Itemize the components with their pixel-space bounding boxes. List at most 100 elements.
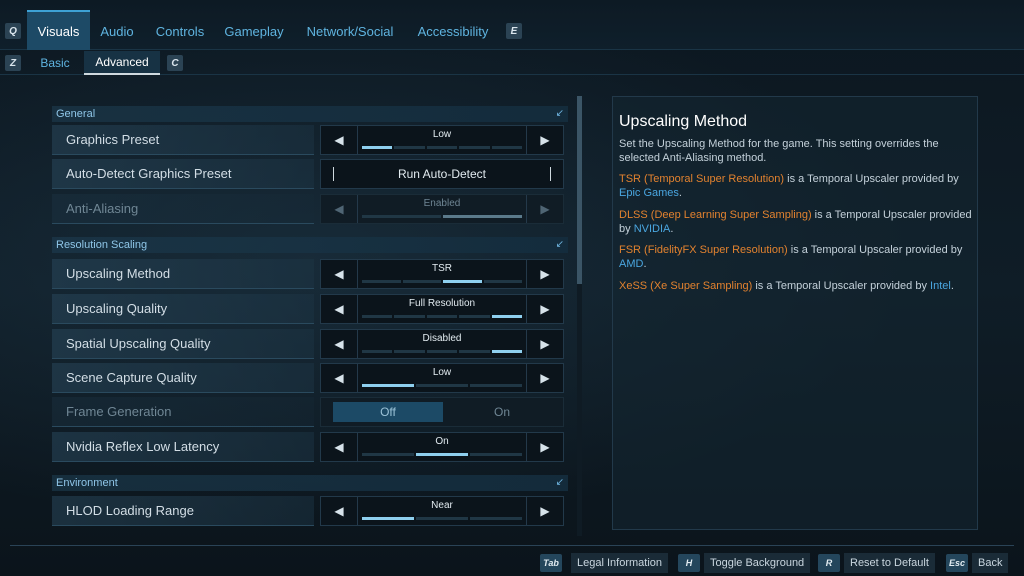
chevron-right-icon[interactable]: ▶ <box>527 295 563 323</box>
setting-label: Graphics Preset <box>52 125 314 155</box>
setting-scene-capture-quality: Scene Capture Quality ◀ Low ▶ <box>52 363 568 393</box>
level-indicator <box>362 517 522 520</box>
value-text: On <box>435 436 449 447</box>
value-text: Near <box>431 500 453 511</box>
chevron-right-icon[interactable]: ▶ <box>527 364 563 392</box>
tsr-vendor: Epic Games <box>619 187 679 199</box>
prev-subtab-key[interactable]: Z <box>5 55 21 71</box>
legal-information-button[interactable]: Legal Information <box>571 553 668 573</box>
option-selector[interactable]: ◀ On ▶ <box>320 432 564 462</box>
value-display: Near <box>357 497 527 525</box>
setting-label: Anti-Aliasing <box>52 194 314 224</box>
xess-name: XeSS (Xe Super Sampling) <box>619 280 753 292</box>
setting-hlod-loading-range: HLOD Loading Range ◀ Near ▶ <box>52 496 568 526</box>
scrollbar-thumb[interactable] <box>577 96 582 284</box>
section-title: General <box>56 108 96 120</box>
back-button[interactable]: Back <box>972 553 1009 573</box>
setting-label: Auto-Detect Graphics Preset <box>52 159 314 189</box>
description-dlss: DLSS (Deep Learning Super Sampling) is a… <box>619 209 972 235</box>
toggle-on-option: On <box>493 405 510 419</box>
setting-label: Spatial Upscaling Quality <box>52 329 314 359</box>
level-indicator <box>362 146 523 149</box>
h-key-icon: H <box>678 554 700 572</box>
level-indicator <box>362 315 523 318</box>
subtab-advanced[interactable]: Advanced <box>84 51 160 75</box>
chevron-left-icon[interactable]: ◀ <box>321 330 357 358</box>
description-intro: Set the Upscaling Method for the game. T… <box>619 138 939 164</box>
next-subtab-key[interactable]: C <box>167 55 183 71</box>
option-selector[interactable]: ◀ Low ▶ <box>320 363 564 393</box>
value-text: TSR <box>432 263 452 274</box>
value-display: TSR <box>357 260 527 288</box>
value-display: Low <box>357 364 527 392</box>
value-display: Disabled <box>357 330 527 358</box>
chevron-left-icon[interactable]: ◀ <box>321 295 357 323</box>
option-selector[interactable]: ◀ Disabled ▶ <box>320 329 564 359</box>
level-indicator <box>362 280 522 283</box>
section-title: Resolution Scaling <box>56 239 148 251</box>
corner-arrow-icon: ↙ <box>555 239 564 250</box>
tab-visuals[interactable]: Visuals <box>27 10 90 50</box>
section-header-general: General ↙ <box>52 106 568 122</box>
setting-spatial-upscaling-quality: Spatial Upscaling Quality ◀ Disabled ▶ <box>52 329 568 359</box>
section-header-resolution-scaling: Resolution Scaling ↙ <box>52 237 568 253</box>
toggle-background-button[interactable]: Toggle Background <box>704 553 811 573</box>
xess-text: is a Temporal Upscaler provided by <box>752 280 931 292</box>
prev-tab-key[interactable]: Q <box>5 23 21 39</box>
setting-label: Frame Generation <box>52 397 314 427</box>
dlss-vendor: NVIDIA <box>633 223 671 235</box>
esc-key-icon: Esc <box>946 554 969 572</box>
settings-list: General ↙ Graphics Preset ◀ Low ▶ Auto-D… <box>52 100 568 540</box>
chevron-right-icon[interactable]: ▶ <box>527 497 563 525</box>
chevron-right-icon[interactable]: ▶ <box>527 260 563 288</box>
chevron-left-icon[interactable]: ◀ <box>321 260 357 288</box>
level-indicator <box>362 384 522 387</box>
chevron-right-icon[interactable]: ▶ <box>527 330 563 358</box>
sub-tab-bar: Z Basic Advanced C <box>0 51 1024 75</box>
tab-gameplay[interactable]: Gameplay <box>220 12 288 50</box>
option-selector[interactable]: ◀ Low ▶ <box>320 125 564 155</box>
fsr-name: FSR (FidelityFX Super Resolution) <box>619 244 788 256</box>
tab-accessibility[interactable]: Accessibility <box>410 12 496 50</box>
bottom-action-bar: Tab Legal Information H Toggle Backgroun… <box>10 545 1014 576</box>
chevron-left-icon[interactable]: ◀ <box>321 364 357 392</box>
chevron-left-icon: ◀ <box>334 202 344 216</box>
r-key-icon: R <box>818 554 840 572</box>
corner-arrow-icon: ↙ <box>555 108 564 119</box>
top-tab-bar: Q Visuals Audio Controls Gameplay Networ… <box>0 0 1024 50</box>
tab-audio[interactable]: Audio <box>93 12 141 50</box>
tab-network-social[interactable]: Network/Social <box>300 12 400 50</box>
level-indicator <box>362 350 523 353</box>
value-display: On <box>357 433 527 461</box>
option-selector[interactable]: ◀ Full Resolution ▶ <box>320 294 564 324</box>
tab-controls[interactable]: Controls <box>150 12 210 50</box>
value-display: Low <box>357 126 527 154</box>
run-auto-detect-button[interactable]: Run Auto-Detect <box>320 159 564 189</box>
setting-label: Scene Capture Quality <box>52 363 314 393</box>
setting-label: Upscaling Quality <box>52 294 314 324</box>
chevron-right-icon[interactable]: ▶ <box>527 433 563 461</box>
chevron-left-icon[interactable]: ◀ <box>321 433 357 461</box>
description-xess: XeSS (Xe Super Sampling) is a Temporal U… <box>619 280 954 292</box>
xess-vendor: Intel <box>930 280 951 292</box>
value-display: Full Resolution <box>357 295 527 323</box>
chevron-right-icon[interactable]: ▶ <box>527 126 563 154</box>
setting-frame-generation: Frame Generation Off On <box>52 397 568 427</box>
option-selector[interactable]: ◀ TSR ▶ <box>320 259 564 289</box>
subtab-basic[interactable]: Basic <box>30 51 80 75</box>
level-indicator <box>362 215 522 218</box>
chevron-left-icon[interactable]: ◀ <box>321 497 357 525</box>
next-tab-key[interactable]: E <box>506 23 522 39</box>
value-text: Full Resolution <box>408 298 476 309</box>
chevron-left-icon[interactable]: ◀ <box>321 126 357 154</box>
tsr-text: is a Temporal Upscaler provided by <box>784 173 959 185</box>
option-selector[interactable]: ◀ Near ▶ <box>320 496 564 526</box>
tab-key-icon: Tab <box>540 554 562 572</box>
option-selector: ◀ Enabled ▶ <box>320 194 564 224</box>
corner-arrow-icon: ↙ <box>555 477 564 488</box>
setting-auto-detect: Auto-Detect Graphics Preset Run Auto-Det… <box>52 159 568 189</box>
value-display: Enabled <box>357 195 527 223</box>
setting-anti-aliasing: Anti-Aliasing ◀ Enabled ▶ <box>52 194 568 224</box>
fsr-text: is a Temporal Upscaler provided by <box>787 244 963 256</box>
reset-to-default-button[interactable]: Reset to Default <box>844 553 935 573</box>
